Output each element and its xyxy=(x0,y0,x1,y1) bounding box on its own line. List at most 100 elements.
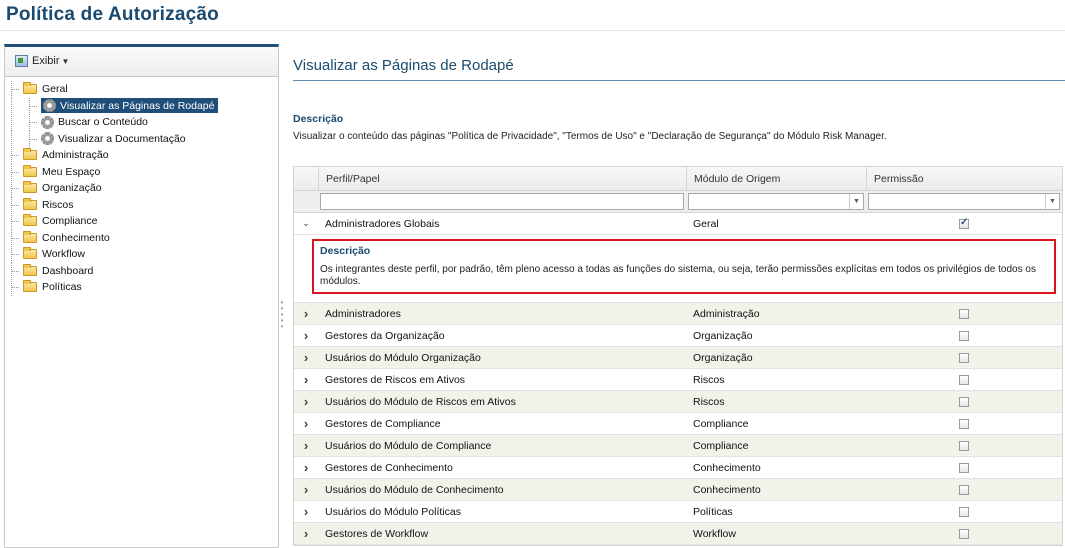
expand-chevron-icon[interactable]: › xyxy=(294,347,318,368)
dropdown-arrow-icon[interactable]: ▼ xyxy=(1045,194,1059,209)
tree-connector xyxy=(11,287,19,288)
expand-chevron-icon[interactable]: › xyxy=(294,325,318,346)
table-row[interactable]: › Gestores de Conhecimento Conhecimento xyxy=(294,457,1062,479)
tree-item-label: Conhecimento xyxy=(42,231,110,244)
tree-item[interactable]: Organização xyxy=(5,180,278,197)
header-modulo[interactable]: Módulo de Origem xyxy=(686,167,866,190)
tree-item[interactable]: Riscos xyxy=(5,196,278,214)
row-modulo: Conhecimento xyxy=(693,461,761,474)
row-modulo: Organização xyxy=(693,351,753,364)
table-row-expanded[interactable]: ⌄ Administradores Globais Geral xyxy=(294,213,1062,235)
tree-item-content: Visualizar a Documentação xyxy=(41,132,186,146)
permission-checkbox[interactable] xyxy=(959,484,969,495)
tree-item[interactable]: Administração xyxy=(5,147,278,164)
tree-item-content: Buscar o Conteúdo xyxy=(41,115,148,129)
permission-checkbox[interactable] xyxy=(959,308,969,319)
permission-checkbox[interactable] xyxy=(959,396,969,407)
expand-chevron-icon[interactable]: › xyxy=(294,391,318,412)
tree-connector xyxy=(29,138,37,140)
row-modulo: Administração xyxy=(693,307,760,320)
table-row[interactable]: › Administradores Administração xyxy=(294,303,1062,325)
expand-chevron-icon[interactable]: › xyxy=(294,457,318,478)
tree-item[interactable]: Geral xyxy=(5,81,278,98)
filter-perfil-cell xyxy=(318,191,686,212)
gear-icon xyxy=(43,99,56,113)
table-row[interactable]: › Gestores de Workflow Workflow xyxy=(294,523,1062,545)
header-perfil[interactable]: Perfil/Papel xyxy=(318,167,686,190)
permission-checkbox[interactable] xyxy=(959,374,969,385)
permission-checkbox[interactable] xyxy=(959,440,969,451)
tree-connector xyxy=(11,221,19,222)
expand-chevron-icon[interactable]: › xyxy=(294,303,318,324)
row-perfil: Usuários do Módulo Políticas xyxy=(325,505,461,518)
caret-down-icon: ▼ xyxy=(61,56,70,66)
permission-checkbox[interactable] xyxy=(959,217,969,229)
section-divider xyxy=(293,80,1065,81)
tree-item-label: Administração xyxy=(42,149,109,162)
table-row[interactable]: › Usuários do Módulo de Compliance Complia… xyxy=(294,435,1062,457)
row-modulo: Riscos xyxy=(693,395,725,408)
expand-chevron-icon[interactable]: › xyxy=(294,479,318,500)
tree-item-content: Conhecimento xyxy=(23,230,110,244)
collapse-chevron-icon[interactable]: ⌄ xyxy=(294,213,318,234)
row-perfil: Usuários do Módulo de Conhecimento xyxy=(325,483,504,496)
row-modulo: Políticas xyxy=(693,505,733,518)
tree-connector xyxy=(29,130,30,148)
row-perfil: Gestores de Compliance xyxy=(325,417,441,430)
table-row[interactable]: › Usuários do Módulo de Riscos em Ativos R… xyxy=(294,391,1062,413)
section-title: Visualizar as Páginas de Rodapé xyxy=(293,57,514,74)
dropdown-arrow-icon[interactable]: ▼ xyxy=(849,194,863,209)
exibir-menu-button[interactable]: Exibir ▼ xyxy=(15,55,69,67)
tree-connector xyxy=(11,196,12,214)
row-permissao-cell xyxy=(866,435,1062,456)
permission-checkbox[interactable] xyxy=(959,352,969,363)
permission-checkbox[interactable] xyxy=(959,330,969,341)
tree-item-label: Geral xyxy=(42,83,68,96)
tree-connector xyxy=(11,254,19,255)
tree-item[interactable]: Dashboard xyxy=(5,262,278,280)
tree-item[interactable]: Buscar o Conteúdo xyxy=(5,114,278,131)
tree-connector xyxy=(11,155,19,156)
row-perfil: Gestores da Organização xyxy=(325,329,445,342)
permission-checkbox[interactable] xyxy=(959,418,969,429)
modulo-filter-select[interactable]: ▼ xyxy=(688,193,864,210)
permission-checkbox[interactable] xyxy=(959,506,969,517)
tree-item[interactable]: Workflow xyxy=(5,246,278,263)
table-row[interactable]: › Usuários do Módulo de Conhecimento Conhe… xyxy=(294,479,1062,501)
row-modulo: Riscos xyxy=(693,373,725,386)
table-row[interactable]: › Usuários do Módulo Políticas Políticas xyxy=(294,501,1062,523)
tree-item-content: Administração xyxy=(23,148,109,162)
navigation-toolbar: Exibir ▼ xyxy=(5,47,278,77)
tree-item[interactable]: Visualizar as Páginas de Rodapé xyxy=(5,97,278,115)
table-row[interactable]: › Usuários do Módulo Organização Organizaç… xyxy=(294,347,1062,369)
expand-chevron-icon[interactable]: › xyxy=(294,369,318,390)
grid-header: Perfil/Papel Módulo de Origem Permissão xyxy=(294,167,1062,191)
tree-item[interactable]: Conhecimento xyxy=(5,229,278,247)
permissao-filter-select[interactable]: ▼ xyxy=(868,193,1060,210)
perfil-filter-input[interactable] xyxy=(320,193,684,210)
expand-chevron-icon[interactable]: › xyxy=(294,435,318,456)
expand-chevron-icon[interactable]: › xyxy=(294,501,318,522)
table-row[interactable]: › Gestores de Riscos em Ativos Riscos xyxy=(294,369,1062,391)
tree-item[interactable]: Compliance xyxy=(5,213,278,230)
table-row[interactable]: › Gestores da Organização Organização xyxy=(294,325,1062,347)
permission-checkbox[interactable] xyxy=(959,462,969,473)
table-row[interactable]: › Gestores de Compliance Compliance xyxy=(294,413,1062,435)
tree-item[interactable]: Visualizar a Documentação xyxy=(5,130,278,148)
tree-item[interactable]: Políticas xyxy=(5,279,278,296)
row-description-box: Descrição Os integrantes deste perfil, p… xyxy=(312,239,1056,294)
tree-connector xyxy=(29,122,37,123)
permission-checkbox[interactable] xyxy=(959,528,969,539)
tree-connector xyxy=(29,97,30,115)
tree-item[interactable]: Meu Espaço xyxy=(5,163,278,181)
navigation-pane: Exibir ▼ Geral Visualizar as Páginas de R… xyxy=(4,44,279,548)
expand-chevron-icon[interactable]: › xyxy=(294,523,318,544)
description-label: Descrição xyxy=(293,113,344,125)
row-perfil: Gestores de Workflow xyxy=(325,527,429,540)
tree-item-content: Políticas xyxy=(23,280,82,293)
tree-item-content: Visualizar as Páginas de Rodapé xyxy=(41,98,218,114)
row-modulo: Geral xyxy=(693,217,719,230)
expand-chevron-icon[interactable]: › xyxy=(294,413,318,434)
pane-splitter-handle[interactable]: • • • • • xyxy=(280,299,284,340)
header-permissao[interactable]: Permissão xyxy=(866,167,1062,190)
